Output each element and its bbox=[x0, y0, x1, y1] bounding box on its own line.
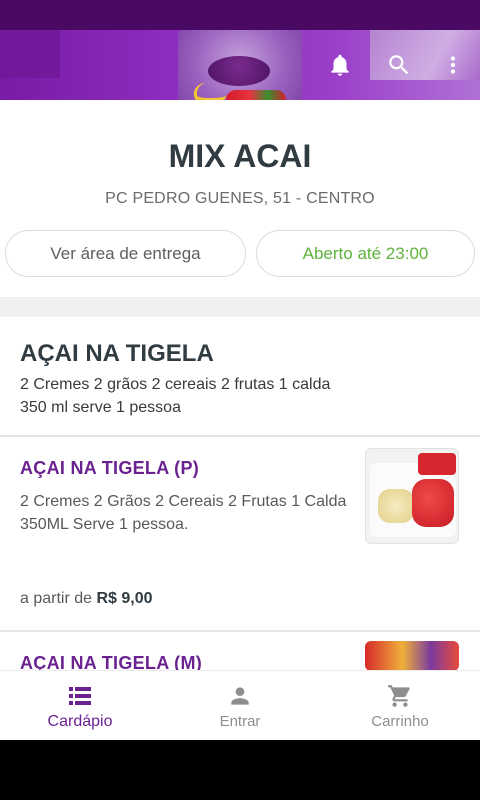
photo-strawberry-top bbox=[418, 453, 456, 475]
item-description: 2 Cremes 2 Grãos 2 Cereais 2 Frutas 1 Ca… bbox=[20, 493, 347, 533]
store-address: PC PEDRO GUENES, 51 - CENTRO bbox=[105, 190, 375, 207]
person-icon bbox=[226, 683, 254, 709]
photo-banana bbox=[378, 489, 414, 523]
search-icon[interactable] bbox=[386, 52, 412, 78]
menu-list-icon bbox=[66, 683, 94, 709]
bottom-navigation: Cardápio Entrar Carrinho bbox=[0, 670, 480, 740]
price-value: R$ 9,00 bbox=[96, 590, 153, 607]
nav-carrinho[interactable]: Carrinho bbox=[320, 671, 480, 741]
item-photo bbox=[365, 448, 459, 544]
section-divider bbox=[0, 297, 480, 317]
item-photo bbox=[365, 641, 459, 670]
nav-label: Cardápio bbox=[47, 713, 113, 730]
separator bbox=[0, 435, 480, 437]
store-name: MIX ACAI bbox=[168, 138, 312, 174]
delivery-area-button[interactable]: Ver área de entrega bbox=[5, 230, 246, 277]
item-name: AÇAI NA TIGELA (P) bbox=[20, 458, 200, 478]
status-bar bbox=[0, 0, 480, 30]
photo-strawberries bbox=[412, 479, 454, 527]
bell-icon[interactable] bbox=[327, 52, 353, 78]
category-description: 2 Cremes 2 grãos 2 cereais 2 frutas 1 ca… bbox=[20, 376, 331, 416]
category-title: AÇAI NA TIGELA bbox=[20, 340, 214, 367]
price-prefix: a partir de bbox=[20, 590, 93, 607]
menu-item[interactable]: AÇAI NA TIGELA (P) 2 Cremes 2 Grãos 2 Ce… bbox=[0, 448, 480, 630]
nav-label: Carrinho bbox=[371, 713, 429, 730]
nav-entrar[interactable]: Entrar bbox=[160, 671, 320, 741]
item-price: a partir de R$ 9,00 bbox=[20, 590, 153, 608]
system-nav-bar bbox=[0, 740, 480, 800]
open-status-badge: Aberto até 23:00 bbox=[256, 230, 475, 277]
separator bbox=[0, 630, 480, 632]
menu-item[interactable]: AÇAI NA TIGELA (M) bbox=[0, 641, 480, 670]
nav-label: Entrar bbox=[219, 713, 261, 730]
nav-cardapio[interactable]: Cardápio bbox=[0, 671, 160, 741]
header-banner-left bbox=[0, 30, 60, 78]
cart-icon bbox=[386, 683, 414, 709]
logo-acai-bowl bbox=[208, 56, 270, 86]
item-name: AÇAI NA TIGELA (M) bbox=[20, 653, 203, 670]
main-content[interactable]: MIX ACAI PC PEDRO GUENES, 51 - CENTRO Ve… bbox=[0, 100, 480, 670]
more-vert-icon[interactable] bbox=[440, 52, 466, 78]
